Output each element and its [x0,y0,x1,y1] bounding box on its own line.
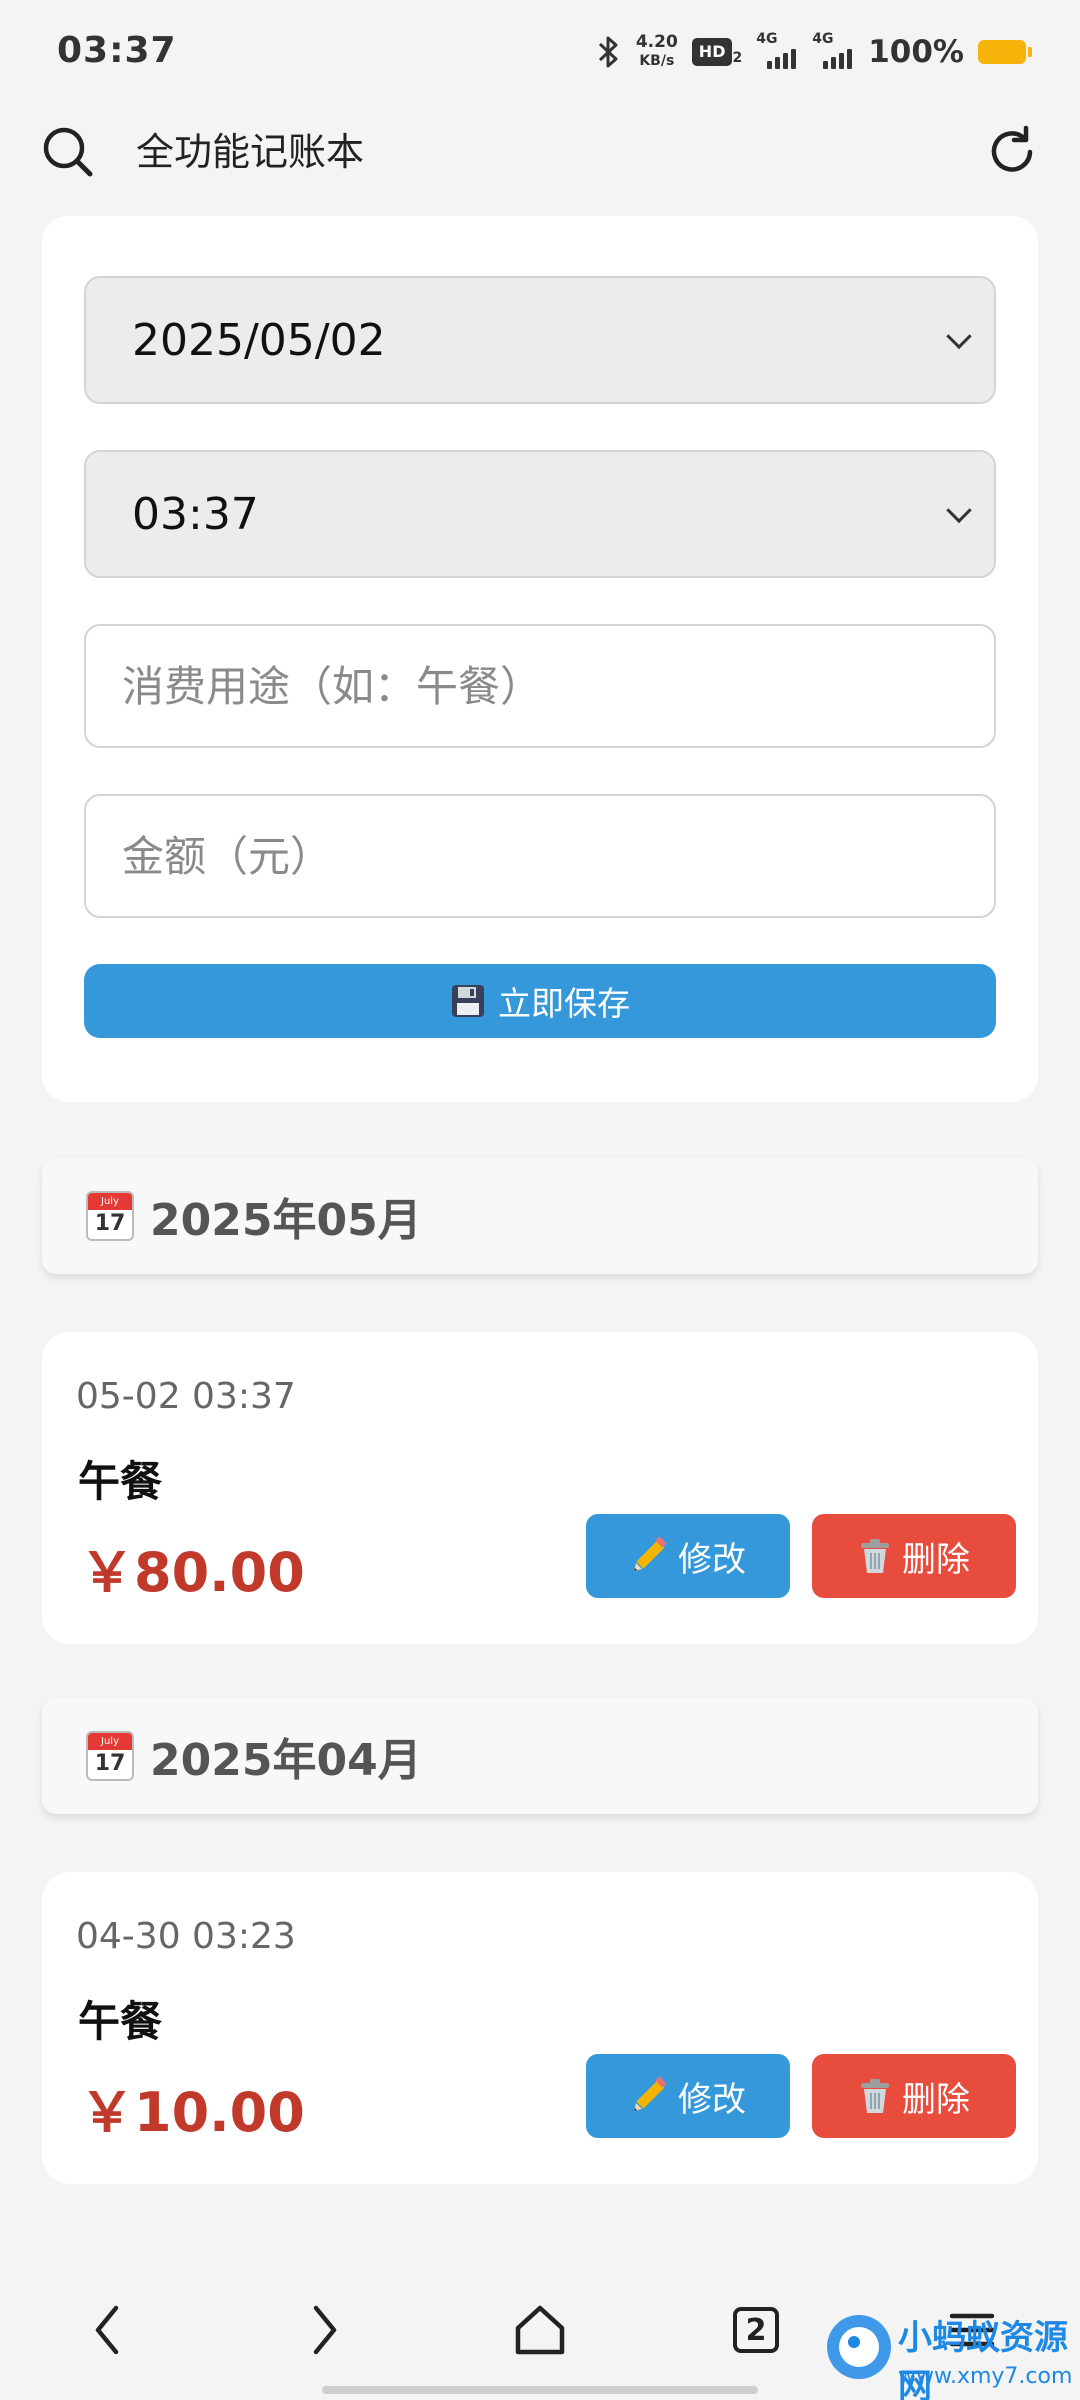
home-icon [515,2305,565,2355]
month-header: July 17 2025年05月 [42,1158,1038,1274]
calendar-icon: July 17 [86,1191,134,1241]
trash-icon [861,1539,889,1573]
trash-icon [861,2079,889,2113]
date-select[interactable]: 2025/05/02 [84,276,996,404]
page-title: 全功能记账本 [136,130,365,174]
floppy-disk-icon [452,985,484,1017]
watermark-logo [827,2315,891,2379]
delete-button[interactable]: 删除 [812,1514,1016,1598]
sim1-label: 4G [756,31,778,47]
search-icon[interactable] [40,124,96,180]
delete-label: 删除 [902,1539,970,1580]
month-header: July 17 2025年04月 [42,1698,1038,1814]
sim2-label: 4G [812,31,834,47]
delete-label: 删除 [902,2079,970,2120]
hd-voice-icon: HD 2 [691,38,743,66]
chevron-down-icon [946,323,972,350]
pencil-icon [634,1537,667,1571]
tabs-icon: 2 [733,2307,779,2353]
month-label: 2025年05月 [150,1195,422,1246]
date-value: 2025/05/02 [132,314,386,366]
purpose-field [84,624,996,748]
battery-icon [978,40,1032,64]
chevron-down-icon [946,497,972,524]
signal-icon: 4G [812,31,854,69]
time-select[interactable]: 03:37 [84,450,996,578]
status-bar: 03:37 4.20 KB/s HD 2 4G 4G 100% [0,0,1080,104]
entry-form: 2025/05/02 03:37 立即保存 [42,216,1038,1102]
amount-input[interactable] [122,831,994,881]
record-amount: ￥80.00 [80,1541,305,1604]
watermark: 小蚂蚁资源网 www.xmy7.com [824,2308,1080,2400]
calendar-icon: July 17 [86,1731,134,1781]
save-button[interactable]: 立即保存 [84,964,996,1038]
status-time: 03:37 [57,30,177,71]
hd-label: HD [691,38,733,66]
network-speed-unit: KB/s [639,53,675,69]
edit-button[interactable]: 修改 [586,1514,790,1598]
refresh-icon[interactable] [984,124,1040,180]
delete-button[interactable]: 删除 [812,2054,1016,2138]
network-speed-value: 4.20 [635,32,678,52]
back-icon [95,2305,119,2355]
battery-percent: 100% [868,34,964,70]
bluetooth-icon [598,36,618,68]
signal-icon: 4G [756,31,798,69]
forward-button[interactable] [284,2280,364,2380]
hd-sub: 2 [732,50,743,66]
record-description: 午餐 [78,1997,163,2046]
record-amount: ￥10.00 [80,2081,305,2144]
record-time: 04-30 03:23 [76,1916,296,1957]
back-button[interactable] [68,2280,148,2380]
home-button[interactable] [500,2280,580,2380]
month-label: 2025年04月 [150,1735,422,1786]
tabs-button[interactable]: 2 [716,2280,796,2380]
edit-label: 修改 [678,2079,746,2120]
record-time: 05-02 03:37 [76,1376,296,1417]
record-card: 04-30 03:23 午餐 ￥10.00 修改 删除 [42,1872,1038,2184]
purpose-input[interactable] [122,661,994,711]
app-header: 全功能记账本 [0,104,1080,200]
network-speed: 4.20 KB/s [636,33,678,71]
forward-icon [313,2305,337,2355]
record-card: 05-02 03:37 午餐 ￥80.00 修改 删除 [42,1332,1038,1644]
time-value: 03:37 [132,488,259,540]
edit-button[interactable]: 修改 [586,2054,790,2138]
record-description: 午餐 [78,1457,163,1506]
amount-field [84,794,996,918]
edit-label: 修改 [678,1539,746,1580]
status-icons: 4.20 KB/s HD 2 4G 4G 100% [596,30,1032,74]
watermark-url: www.xmy7.com [898,2364,1073,2389]
save-label: 立即保存 [498,984,630,1023]
home-indicator [322,2386,758,2394]
pencil-icon [634,2077,667,2111]
